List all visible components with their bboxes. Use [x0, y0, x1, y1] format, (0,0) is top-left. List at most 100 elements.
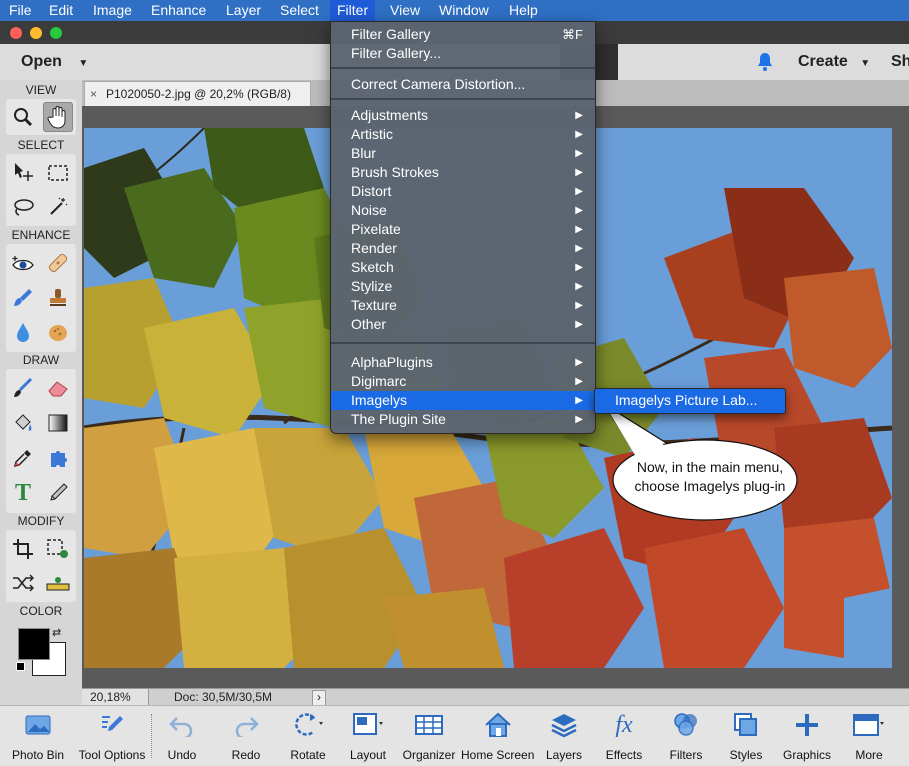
paint-bucket-tool[interactable]	[8, 408, 38, 438]
recompose-icon	[47, 539, 68, 558]
imagelys-submenu: Imagelys Picture Lab...	[594, 388, 786, 414]
menu-help[interactable]: Help	[502, 0, 545, 21]
minimize-window-button[interactable]	[30, 27, 42, 39]
menu-item-imagelys[interactable]: Imagelys ▶	[331, 391, 595, 410]
lasso-icon	[14, 199, 34, 216]
shuffle-icon	[13, 574, 34, 592]
menu-file[interactable]: File	[2, 0, 39, 21]
eraser-tool[interactable]	[43, 373, 73, 403]
eraser-icon	[48, 381, 68, 397]
photo-bin-icon	[25, 715, 51, 735]
styles-button[interactable]: Styles	[716, 706, 776, 766]
menu-item-sketch[interactable]: Sketch ▶	[331, 258, 595, 277]
menu-layer[interactable]: Layer	[219, 0, 268, 21]
photo-bin-button[interactable]: Photo Bin	[4, 706, 72, 766]
close-tab-icon[interactable]: ×	[90, 82, 97, 106]
menu-filter[interactable]: Filter	[330, 0, 376, 21]
more-icon	[853, 714, 884, 736]
type-tool[interactable]: T	[8, 478, 38, 508]
menu-item-filter-gallery-last[interactable]: Filter Gallery ⌘F	[331, 25, 595, 44]
foreground-color-swatch[interactable]	[18, 628, 50, 660]
undo-button[interactable]: Undo	[152, 706, 212, 766]
zoom-window-button[interactable]	[50, 27, 62, 39]
menu-item-distort[interactable]: Distort ▶	[331, 182, 595, 201]
filters-button[interactable]: Filters	[656, 706, 716, 766]
smart-brush-tool[interactable]	[8, 283, 38, 313]
red-eye-tool[interactable]	[8, 248, 38, 278]
menu-item-alphaplugins[interactable]: AlphaPlugins ▶	[331, 353, 595, 372]
menu-item-the-plugin-site[interactable]: The Plugin Site ▶	[331, 410, 595, 429]
menu-edit[interactable]: Edit	[42, 0, 80, 21]
effects-button[interactable]: fx Effects	[594, 706, 654, 766]
blur-tool[interactable]	[8, 318, 38, 348]
magic-wand-tool[interactable]	[43, 192, 73, 222]
content-aware-move-tool[interactable]	[8, 568, 38, 598]
custom-shape-tool[interactable]	[43, 443, 73, 473]
menu-item-filter-gallery[interactable]: Filter Gallery...	[331, 44, 595, 63]
layers-button[interactable]: Layers	[534, 706, 594, 766]
document-tab[interactable]: × P1020050-2.jpg @ 20,2% (RGB/8)	[84, 81, 311, 106]
menu-item-artistic[interactable]: Artistic ▶	[331, 125, 595, 144]
swap-colors-icon[interactable]: ⇄	[52, 626, 61, 639]
zoom-level[interactable]: 20,18%	[82, 689, 149, 706]
chevron-down-icon: ▼	[78, 58, 89, 69]
layout-button[interactable]: Layout	[338, 706, 398, 766]
menu-select[interactable]: Select	[273, 0, 326, 21]
zoom-tool[interactable]	[8, 102, 38, 132]
straighten-tool[interactable]	[43, 568, 73, 598]
menu-item-adjustments[interactable]: Adjustments ▶	[331, 106, 595, 125]
rotate-button[interactable]: Rotate	[278, 706, 338, 766]
menu-item-texture[interactable]: Texture ▶	[331, 296, 595, 315]
menu-window[interactable]: Window	[432, 0, 496, 21]
gradient-tool[interactable]	[43, 408, 73, 438]
marquee-tool[interactable]	[43, 158, 73, 188]
menu-view[interactable]: View	[383, 0, 427, 21]
home-icon	[485, 712, 511, 737]
tool-options-button[interactable]: Tool Options	[74, 706, 150, 766]
organizer-button[interactable]: Organizer	[398, 706, 460, 766]
default-colors-icon[interactable]	[16, 662, 25, 671]
bandage-icon	[48, 253, 68, 273]
crop-tool[interactable]	[8, 534, 38, 564]
bell-icon[interactable]	[756, 52, 774, 75]
status-menu-button[interactable]: ›	[312, 690, 326, 706]
menu-item-brush-strokes[interactable]: Brush Strokes ▶	[331, 163, 595, 182]
brush-tool[interactable]	[8, 373, 38, 403]
pencil-tool[interactable]	[43, 478, 73, 508]
menu-item-blur[interactable]: Blur ▶	[331, 144, 595, 163]
home-screen-button[interactable]: Home Screen	[460, 706, 536, 766]
menu-item-correct-camera-distortion[interactable]: Correct Camera Distortion...	[331, 75, 595, 94]
eyedropper-tool[interactable]	[8, 443, 38, 473]
menu-item-stylize[interactable]: Stylize ▶	[331, 277, 595, 296]
menu-enhance[interactable]: Enhance	[144, 0, 213, 21]
graphics-button[interactable]: Graphics	[776, 706, 838, 766]
share-button[interactable]: Sh	[891, 53, 909, 71]
sponge-tool[interactable]	[43, 318, 73, 348]
chevron-down-icon: ▼	[860, 58, 871, 69]
healing-brush-tool[interactable]	[43, 248, 73, 278]
menu-item-other[interactable]: Other ▶	[331, 315, 595, 334]
hand-tool[interactable]	[43, 102, 73, 132]
menu-item-render[interactable]: Render ▶	[331, 239, 595, 258]
create-button[interactable]: Create ▼	[798, 53, 870, 71]
menu-image[interactable]: Image	[86, 0, 139, 21]
lasso-tool[interactable]	[8, 192, 38, 222]
move-tool[interactable]	[8, 158, 38, 188]
close-window-button[interactable]	[10, 27, 22, 39]
more-button[interactable]: More	[838, 706, 900, 766]
menu-item-imagelys-picture-lab[interactable]: Imagelys Picture Lab...	[615, 389, 757, 412]
straighten-icon	[46, 577, 70, 591]
redo-button[interactable]: Redo	[216, 706, 276, 766]
open-button[interactable]: Open ▼	[21, 53, 88, 71]
menu-item-digimarc[interactable]: Digimarc ▶	[331, 372, 595, 391]
section-select-label: SELECT	[17, 138, 65, 152]
clone-stamp-tool[interactable]	[43, 283, 73, 313]
eyedropper-icon	[13, 450, 31, 468]
menu-item-pixelate[interactable]: Pixelate ▶	[331, 220, 595, 239]
menu-item-noise[interactable]: Noise ▶	[331, 201, 595, 220]
submenu-arrow-icon: ▶	[575, 129, 583, 140]
gradient-icon	[48, 414, 68, 432]
recompose-tool[interactable]	[43, 534, 73, 564]
submenu-arrow-icon: ▶	[575, 281, 583, 292]
filter-menu-dropdown: Filter Gallery ⌘F Filter Gallery... Corre…	[330, 21, 596, 434]
